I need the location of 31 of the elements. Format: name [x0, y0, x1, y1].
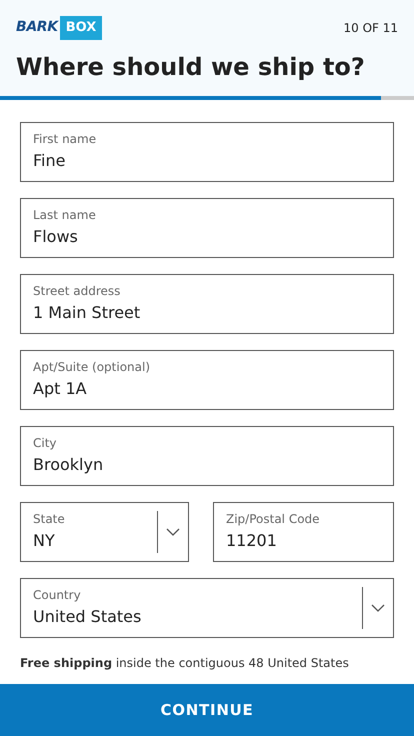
field-label: Zip/Postal Code — [226, 512, 321, 527]
field-value: 1 Main Street — [33, 303, 142, 323]
text-field[interactable]: Zip/Postal Code 11201 — [213, 502, 394, 562]
field-label: Street address — [33, 284, 122, 299]
shipping-note: Free shipping inside the contiguous 48 United States — [19, 654, 350, 672]
text-field[interactable]: Last name Flows — [20, 198, 394, 258]
field-label: Country — [33, 588, 82, 603]
field-value: Fine — [33, 151, 66, 171]
field-label: City — [33, 436, 58, 451]
field-value: NY — [33, 531, 56, 551]
field-value: Apt 1A — [33, 379, 88, 399]
field-value: Flows — [33, 227, 79, 247]
text-field[interactable]: First name Fine — [20, 122, 394, 182]
field-value: Brooklyn — [33, 455, 104, 475]
field-label: First name — [33, 132, 98, 147]
logo[interactable]: BARK BOX — [16, 16, 102, 40]
text-field[interactable]: Apt/Suite (optional) Apt 1A — [20, 350, 394, 410]
field-label: Last name — [33, 208, 97, 223]
field-label: Apt/Suite (optional) — [33, 360, 152, 375]
page-title: Where should we ship to? — [15, 52, 366, 82]
continue-button[interactable]: CONTINUE — [0, 684, 414, 736]
select-field[interactable]: Country United States — [20, 578, 394, 638]
field-value: 11201 — [226, 531, 278, 551]
text-field[interactable]: City Brooklyn — [20, 426, 394, 486]
chevron-down-icon — [166, 528, 180, 536]
text-field[interactable]: Street address 1 Main Street — [20, 274, 394, 334]
field-value: United States — [33, 607, 142, 627]
chevron-down-icon — [371, 604, 385, 612]
select-field[interactable]: State NY — [20, 502, 189, 562]
field-label: State — [33, 512, 66, 527]
step-counter: 10 OF 11 — [343, 20, 398, 37]
